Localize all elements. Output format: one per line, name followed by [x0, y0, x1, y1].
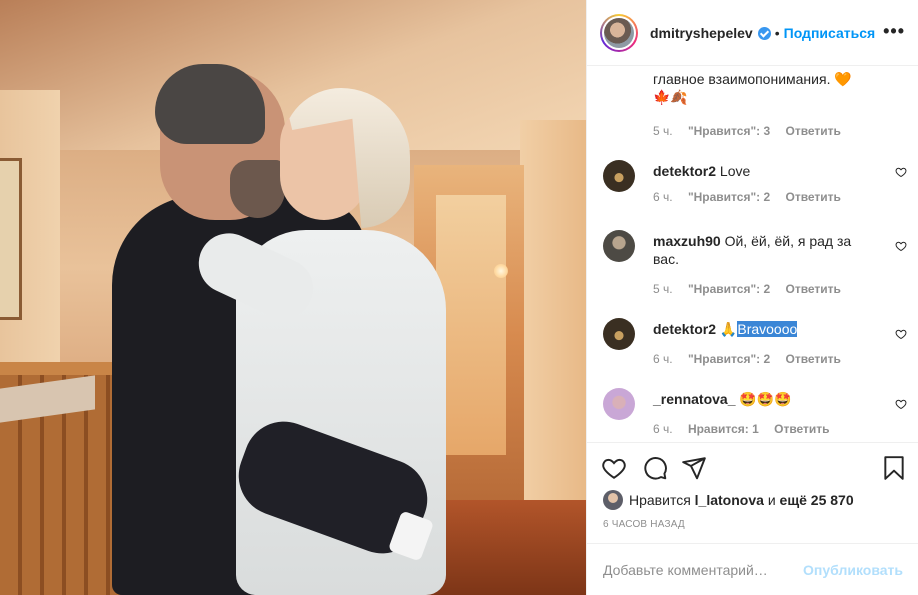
comment-time[interactable]: 6 ч. [653, 422, 673, 436]
comment-time[interactable]: 5 ч. [653, 124, 673, 138]
reply-button[interactable]: Ответить [785, 282, 840, 296]
liker-username[interactable]: l_latonova [695, 492, 764, 508]
comment-like-heart-icon[interactable] [895, 240, 907, 252]
photo-picture-frame [0, 158, 22, 320]
comment-meta: 5 ч. "Нравится": 3 Ответить [653, 124, 853, 138]
selected-comment-text: Bravoooo [737, 321, 798, 337]
commenter-username[interactable]: detektor2 [653, 163, 716, 179]
publish-button[interactable]: Опубликовать [803, 562, 903, 578]
comment-time[interactable]: 6 ч. [653, 352, 673, 366]
comment-likes[interactable]: "Нравится": 2 [688, 352, 770, 366]
post-action-bar [587, 442, 918, 492]
comment-text: detektor2 🙏Bravoooo [653, 320, 875, 338]
post-header: dmitryshepelev • Подписаться ••• [587, 0, 918, 66]
comments-list[interactable]: главное взаимопонимания. 🧡 🍁🍂 5 ч. "Нрав… [587, 66, 918, 442]
comment-meta: 6 ч. Нравится: 1 Ответить [653, 422, 842, 436]
commenter-avatar[interactable] [603, 230, 635, 262]
post-photo[interactable] [0, 0, 586, 595]
add-comment-bar: Добавьте комментарий… Опубликовать [587, 543, 918, 595]
comment-likes[interactable]: "Нравится": 3 [688, 124, 770, 138]
commenter-avatar[interactable] [603, 318, 635, 350]
commenter-username[interactable]: detektor2 [653, 321, 716, 337]
header-separator: • [774, 24, 780, 41]
commenter-username[interactable]: _rennatova_ [653, 391, 735, 407]
comment-like-heart-icon[interactable] [895, 166, 907, 178]
comment-text: _rennatova_ 🤩🤩🤩 [653, 390, 875, 408]
heart-icon[interactable] [601, 455, 627, 481]
commenter-username[interactable]: maxzuh90 [653, 233, 721, 249]
post-sidebar: dmitryshepelev • Подписаться ••• главное… [586, 0, 918, 595]
comment-text: maxzuh90 Ой, ёй, ёй, я рад за вас. [653, 233, 852, 267]
verified-badge-icon [757, 27, 771, 40]
author-avatar-image [604, 17, 634, 48]
reply-button[interactable]: Ответить [785, 352, 840, 366]
leaf-emoji: 🍁🍂 [653, 89, 688, 105]
photo-man-beard [230, 160, 285, 218]
comment-likes[interactable]: "Нравится": 2 [688, 282, 770, 296]
folded-hands-emoji: 🙏 [719, 321, 738, 337]
likes-summary[interactable]: Нравится l_latonova и ещё 25 870 [603, 489, 854, 511]
comment-meta: 6 ч. "Нравится": 2 Ответить [653, 352, 853, 366]
more-options-icon[interactable]: ••• [883, 22, 905, 40]
reply-button[interactable]: Ответить [774, 422, 829, 436]
comment-like-heart-icon[interactable] [895, 398, 907, 410]
comment-time[interactable]: 6 ч. [653, 190, 673, 204]
liker-avatar [603, 490, 623, 510]
comment-icon[interactable] [642, 455, 668, 481]
comment-meta: 6 ч. "Нравится": 2 Ответить [653, 190, 853, 204]
photo-lamp [494, 264, 508, 278]
comment-likes[interactable]: Нравится: 1 [688, 422, 759, 436]
orange-heart-emoji: 🧡 [834, 71, 852, 87]
reply-button[interactable]: Ответить [785, 124, 840, 138]
likes-count[interactable]: ещё 25 870 [780, 492, 854, 508]
comment-like-heart-icon[interactable] [895, 328, 907, 340]
commenter-avatar[interactable] [603, 160, 635, 192]
author-avatar[interactable] [600, 13, 638, 52]
post-timestamp[interactable]: 6 часов назад [603, 519, 685, 530]
comment-text: главное взаимопонимания. 🧡 🍁🍂 [653, 71, 852, 105]
comment-text: detektor2 Love [653, 163, 751, 179]
share-icon[interactable] [681, 455, 707, 481]
commenter-avatar[interactable] [603, 388, 635, 420]
star-struck-emoji: 🤩🤩🤩 [739, 391, 792, 407]
author-username[interactable]: dmitryshepelev [650, 25, 753, 41]
follow-button[interactable]: Подписаться [784, 25, 876, 41]
bookmark-icon[interactable] [881, 455, 907, 481]
photo-man-hair [155, 64, 265, 144]
comment-meta: 5 ч. "Нравится": 2 Ответить [653, 282, 853, 296]
photo-hallway [436, 195, 506, 455]
comment-input[interactable]: Добавьте комментарий… [603, 562, 803, 578]
comment-time[interactable]: 5 ч. [653, 282, 673, 296]
reply-button[interactable]: Ответить [785, 190, 840, 204]
comment-likes[interactable]: "Нравится": 2 [688, 190, 770, 204]
